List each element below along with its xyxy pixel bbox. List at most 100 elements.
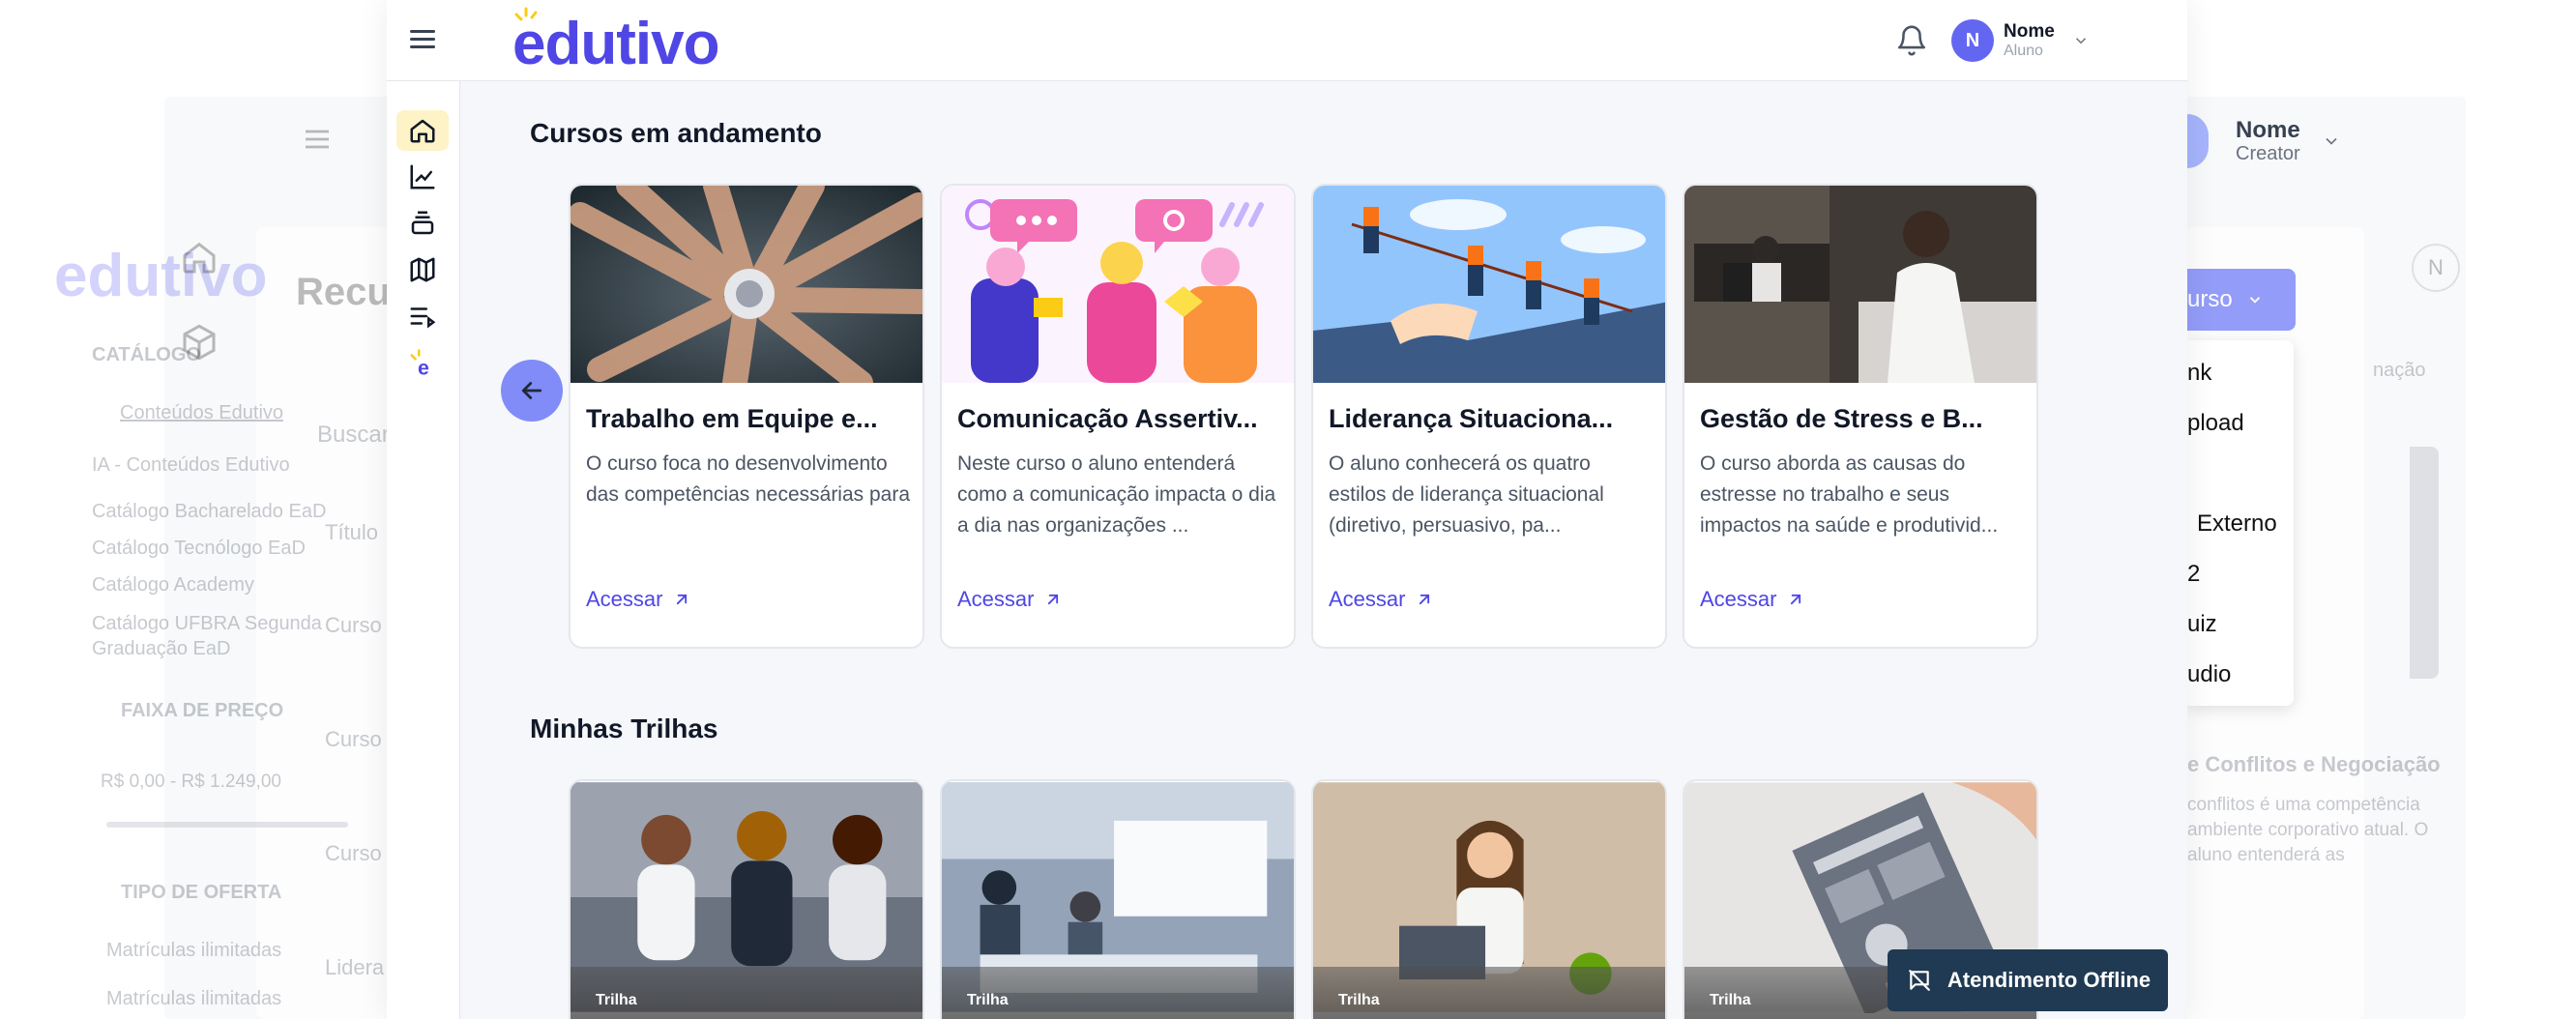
background-catalog-item: Catálogo Academy [92,574,254,596]
course-card[interactable]: Liderança Situaciona... O aluno conhecer… [1311,184,1667,649]
background-price-heading: FAIXA DE PREÇO [121,700,284,721]
arrow-up-right-icon [1420,594,1430,605]
track-badge-label: Trilha [967,992,1009,1008]
background-logo: edutivo [54,243,268,309]
background-offer-item: Matrículas ilimitadas [106,940,282,961]
course-image [571,186,922,383]
sidebar-item-home[interactable] [396,110,449,151]
user-name: Nome [2004,20,2055,42]
track-badge-label: Trilha [1710,992,1751,1008]
course-image [942,186,1294,383]
logo-text: edutivo [512,11,719,77]
notification-bell-icon[interactable] [1895,23,1928,58]
track-card[interactable]: Trilha [940,779,1296,1019]
background-card-desc: conflitos é uma competência ambiente cor… [2187,795,2429,865]
playlist-icon [410,307,436,329]
course-access-link[interactable]: Acessar [1329,587,1434,612]
sidebar-item-playlist[interactable] [396,296,449,336]
sidebar-item-tracks[interactable] [396,249,449,290]
sidebar-item-progress[interactable] [396,157,449,197]
teamwork-hands-image [571,186,922,383]
background-box-icon [180,323,219,362]
course-access-link[interactable]: Acessar [957,587,1063,612]
carousel-prev-button[interactable] [501,360,563,422]
course-description: O curso foca no desenvolvimento das comp… [586,452,911,506]
track-badge: Trilha [571,967,922,1019]
course-access-label: Acessar [1329,587,1406,611]
track-badge: Trilha [942,967,1294,1019]
arrow-up-right-icon [1048,594,1059,605]
stack-icon [411,211,434,235]
course-access-link[interactable]: Acessar [1700,587,1805,612]
background-card-title: e Conflitos e Negociação [2187,752,2441,776]
background-avatar [2187,114,2209,168]
course-access-label: Acessar [586,587,663,611]
offline-support-button[interactable]: Atendimento Offline [1888,949,2168,1011]
arrow-up-right-icon [1791,594,1801,605]
background-avatar-small: N [2412,244,2460,292]
course-title: Comunicação Assertiv... [957,404,1258,433]
background-table-row: Curso [325,727,382,751]
background-user-box: Nome Creator [2187,114,2341,168]
course-access-link[interactable]: Acessar [586,587,691,612]
sidebar-item-courses[interactable] [396,203,449,244]
section-title-courses: Cursos em andamento [530,118,822,148]
stress-office-image [1684,186,2036,383]
course-description: O curso aborda as causas do estresse no … [1700,452,1999,537]
map-icon [410,257,435,282]
track-badge-label: Trilha [1338,992,1380,1008]
leadership-illustration-image [1313,186,1665,383]
student-app-window: edutivo N Nome Aluno e Cursos em andamen… [387,0,2187,1019]
course-access-label: Acessar [957,587,1035,611]
course-card[interactable]: Trabalho em Equipe e... O curso foca no … [569,184,924,649]
section-title-tracks: Minhas Trilhas [530,713,718,743]
sidebar: e [387,81,460,1019]
course-description: Neste curso o aluno entenderá como a com… [957,452,1276,537]
background-home-icon [180,238,219,277]
avatar: N [1951,19,1994,62]
course-card[interactable]: Gestão de Stress e B... O curso aborda a… [1683,184,2038,649]
course-image [1313,186,1665,383]
track-badge: Trilha [1313,967,1665,1019]
background-table-row: Curso [325,613,382,637]
chevron-down-icon [2075,38,2086,44]
course-card[interactable]: Comunicação Assertiv... Neste curso o al… [940,184,1296,649]
menu-hamburger-icon[interactable] [406,25,439,54]
background-table: Recu Buscar Título Curso Curso Curso Lid… [290,261,396,1019]
background-catalog-item: Catálogo Tecnólogo EaD [92,538,306,559]
offline-support-label: Atendimento Offline [1947,968,2152,992]
background-right-panel: nação N e Conflitos e Negociação conflit… [2187,222,2574,1019]
communication-illustration-image [942,186,1294,383]
home-icon [410,119,435,143]
track-card[interactable]: Trilha [1311,779,1667,1019]
course-description: O aluno conhecerá os quatro estilos de l… [1329,452,1604,537]
background-catalog-item: Conteúdos Edutivo [120,402,284,423]
background-search-input: Buscar [317,422,390,448]
chat-offline-icon [1909,970,1930,991]
course-access-label: Acessar [1700,587,1777,611]
course-title: Liderança Situaciona... [1329,404,1614,433]
background-table-header: Título [325,520,379,544]
sidebar-item-edutivo[interactable]: e [396,342,449,383]
background-price-range: R$ 0,00 - R$ 1.249,00 [101,772,281,792]
arrow-up-right-icon [677,594,688,605]
background-user-name: Nome [2236,116,2300,143]
background-chevron-down-icon [2326,137,2337,145]
user-menu[interactable]: N Nome Aluno [1951,17,2090,64]
screen: edutivo CATÁLOGO Conteúdos Edutivo IA - … [0,0,2576,1019]
background-table-row: Lidera [325,955,385,979]
chart-line-icon [410,164,435,189]
background-page-title: Recu [296,271,391,313]
track-card[interactable]: Trilha [569,779,924,1019]
background-hamburger-icon [300,124,335,155]
background-table-row: Curso [325,841,382,865]
background-sort-label: nação [2373,360,2426,381]
top-bar: edutivo N Nome Aluno [387,0,2187,81]
background-offer-heading: TIPO DE OFERTA [121,882,282,903]
svg-text:e: e [418,357,429,378]
course-image [1684,186,2036,383]
user-role: Aluno [2004,42,2043,59]
arrow-left-icon [521,382,542,399]
background-user-role: Creator [2236,143,2300,165]
track-badge-label: Trilha [596,992,637,1008]
